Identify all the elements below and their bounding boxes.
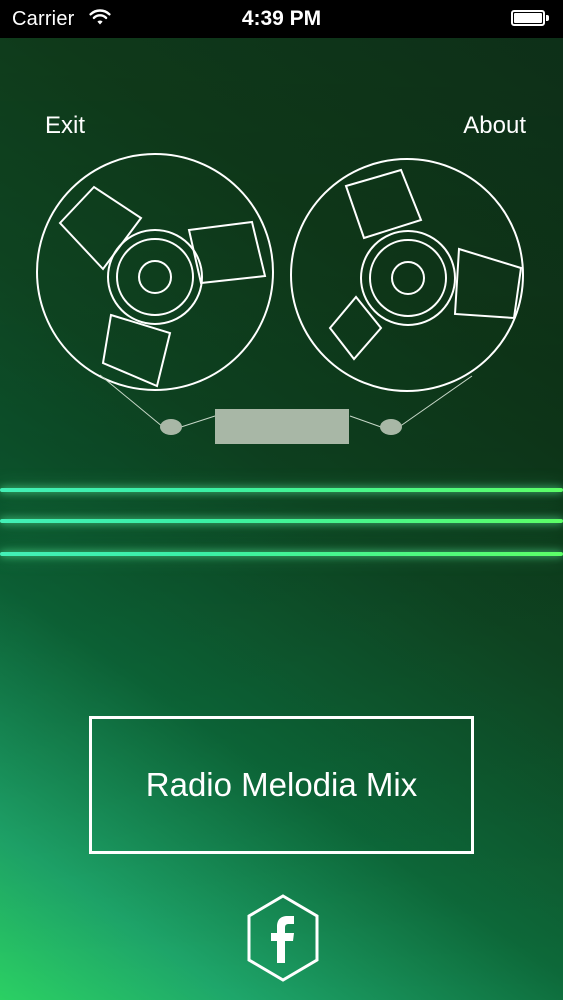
battery-icon [511,10,551,28]
tape-recorder-graphic [36,153,524,444]
glow-line-1 [0,488,563,492]
left-reel-icon [36,153,274,391]
clock-time: 4:39 PM [241,7,322,30]
about-button[interactable]: About [463,112,526,140]
status-bar: Carrier 4:39 PM [0,0,563,38]
right-reel-icon [290,158,524,392]
station-button[interactable]: Radio Melodia Mix [89,716,474,854]
exit-button[interactable]: Exit [45,112,85,140]
glow-line-2 [0,519,563,523]
glow-line-3 [0,552,563,556]
facebook-icon[interactable] [244,893,322,983]
app-screen: Carrier 4:39 PM Exit About Radio Melodia… [0,0,563,1000]
station-label: Radio Melodia Mix [145,766,418,803]
